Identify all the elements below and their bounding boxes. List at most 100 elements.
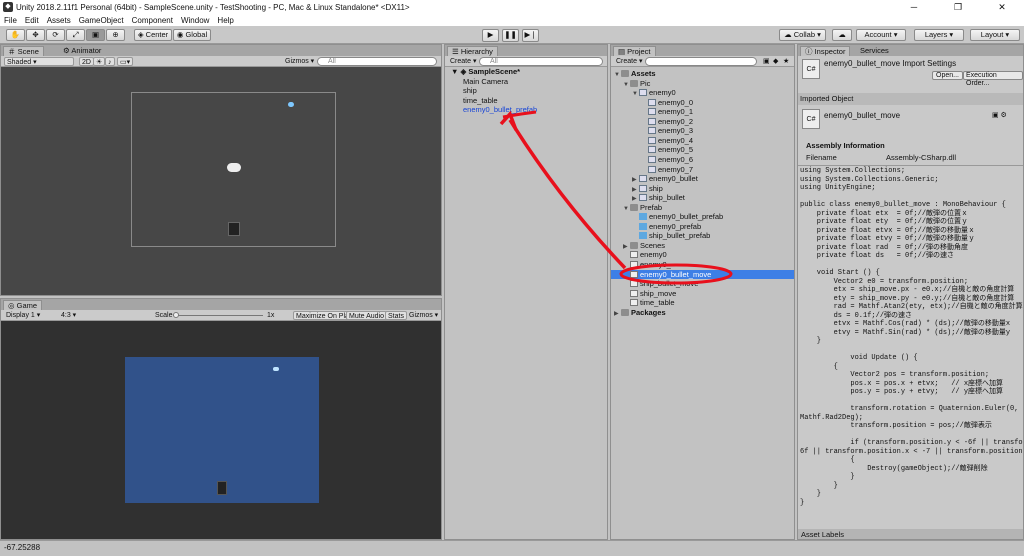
expand-arrow-icon[interactable]: ▶: [614, 310, 621, 320]
minimize-button[interactable]: ─: [892, 0, 936, 14]
effects-icon[interactable]: ▭▾: [117, 57, 134, 66]
layout-dropdown[interactable]: Layout ▾: [970, 29, 1020, 41]
restore-button[interactable]: ❐: [936, 0, 980, 14]
rotate-tool-icon[interactable]: ⟳: [46, 29, 65, 41]
menu-window[interactable]: Window: [177, 16, 213, 25]
transform-tool-icon[interactable]: ⊕: [106, 29, 125, 41]
component-menu-icon[interactable]: ▣ ⚙: [992, 111, 1007, 119]
move-tool-icon[interactable]: ✥: [26, 29, 45, 41]
filter-label-icon[interactable]: ◆: [771, 57, 780, 66]
project-search-input[interactable]: [645, 57, 757, 66]
hierarchy-search-input[interactable]: All: [479, 57, 603, 66]
project-item[interactable]: enemy0_2: [611, 117, 794, 127]
play-button[interactable]: ▶: [482, 29, 499, 42]
scale-tool-icon[interactable]: ⤢: [66, 29, 85, 41]
pivot-global-button[interactable]: ◉ Global: [173, 29, 211, 41]
project-item[interactable]: ship_move: [611, 289, 794, 299]
hand-tool-icon[interactable]: ✋: [6, 29, 25, 41]
project-item[interactable]: ▶ Packages: [611, 308, 794, 318]
project-item[interactable]: enemy0_prefab: [611, 222, 794, 232]
audio-icon[interactable]: ♪: [105, 57, 115, 66]
execution-order-button[interactable]: Execution Order...: [963, 71, 1023, 87]
pivot-center-button[interactable]: ◈ Center: [134, 29, 172, 41]
menu-edit[interactable]: Edit: [21, 16, 43, 25]
scale-slider-thumb[interactable]: [173, 312, 179, 318]
tab-project[interactable]: ▤ Project: [613, 46, 656, 56]
collab-dropdown[interactable]: ☁ Collab ▾: [779, 29, 826, 41]
project-item[interactable]: enemy0_: [611, 260, 794, 270]
project-create-dropdown[interactable]: Create ▾: [614, 57, 644, 66]
scene-root[interactable]: ▼ ◈ SampleScene*: [451, 67, 607, 77]
project-item[interactable]: ▶ ship: [611, 184, 794, 194]
project-item[interactable]: ▶ Scenes: [611, 241, 794, 251]
hierarchy-create-dropdown[interactable]: Create ▾: [448, 57, 478, 66]
project-item-label: enemy0_6: [658, 154, 694, 164]
close-button[interactable]: ✕: [980, 0, 1024, 14]
project-item[interactable]: enemy0_5: [611, 145, 794, 155]
stats-toggle[interactable]: Stats: [385, 311, 407, 320]
favorite-star-icon[interactable]: ★: [781, 57, 791, 66]
tab-game[interactable]: ◎ Game: [3, 300, 43, 310]
menu-file[interactable]: File: [0, 16, 21, 25]
project-item[interactable]: ship_bullet_prefab: [611, 231, 794, 241]
project-item[interactable]: time_table: [611, 298, 794, 308]
project-item[interactable]: ▶ enemy0_bullet: [611, 174, 794, 184]
project-item-label: enemy0_1: [658, 107, 694, 117]
project-item[interactable]: enemy0_3: [611, 126, 794, 136]
shading-dropdown[interactable]: Shaded ▾: [4, 57, 74, 66]
layers-dropdown[interactable]: Layers ▾: [914, 29, 964, 41]
project-item[interactable]: enemy0: [611, 250, 794, 260]
project-item[interactable]: enemy0_6: [611, 155, 794, 165]
cloud-icon[interactable]: ☁: [832, 29, 852, 41]
enemy-bullet-sprite[interactable]: [288, 102, 294, 107]
2d-toggle[interactable]: 2D: [79, 57, 94, 66]
project-item[interactable]: ship_bullet_move: [611, 279, 794, 289]
menu-assets[interactable]: Assets: [43, 16, 75, 25]
lighting-icon[interactable]: ☀: [93, 57, 106, 66]
project-item[interactable]: enemy0_0: [611, 98, 794, 108]
account-dropdown[interactable]: Account ▾: [856, 29, 906, 41]
project-item[interactable]: enemy0_4: [611, 136, 794, 146]
scene-view[interactable]: [1, 67, 441, 295]
tab-scene[interactable]: ＃ Scene: [3, 46, 44, 56]
hierarchy-item-ship[interactable]: ship: [463, 86, 607, 96]
enemy-sprite[interactable]: [227, 163, 241, 172]
project-item[interactable]: ▼ Prefab: [611, 203, 794, 213]
scene-gizmos-dropdown[interactable]: Gizmos ▾: [283, 57, 316, 66]
project-item-label: ship_bullet_move: [640, 279, 699, 289]
project-item[interactable]: ▼ Pic: [611, 79, 794, 89]
menu-help[interactable]: Help: [213, 16, 237, 25]
ship-sprite[interactable]: [228, 222, 240, 236]
project-item[interactable]: ▼ enemy0: [611, 88, 794, 98]
tab-animator[interactable]: ⚙ Animator: [59, 46, 106, 56]
hierarchy-item-main-camera[interactable]: Main Camera: [463, 77, 607, 87]
game-view[interactable]: [1, 321, 441, 539]
scale-slider[interactable]: [173, 315, 263, 316]
project-item[interactable]: enemy0_1: [611, 107, 794, 117]
scene-search-input[interactable]: All: [317, 57, 437, 66]
hierarchy-item-time-table[interactable]: time_table: [463, 96, 607, 106]
project-item[interactable]: ▼ Assets: [611, 69, 794, 79]
filename-label: Filename: [806, 153, 837, 162]
tab-inspector[interactable]: ⓘ Inspector: [800, 46, 851, 56]
hierarchy-item-enemy0-bullet-prefab[interactable]: enemy0_bullet_prefab: [463, 105, 607, 115]
project-item[interactable]: enemy0_bullet_prefab: [611, 212, 794, 222]
game-gizmos-dropdown[interactable]: Gizmos ▾: [407, 311, 440, 320]
project-item-label: enemy0: [649, 88, 676, 98]
open-button[interactable]: Open...: [932, 71, 963, 80]
menu-gameobject[interactable]: GameObject: [75, 16, 128, 25]
pause-button[interactable]: ❚❚: [502, 29, 519, 42]
mute-audio-toggle[interactable]: Mute Audio: [346, 311, 388, 320]
rect-tool-icon[interactable]: ▣: [86, 29, 105, 41]
project-item[interactable]: enemy0_bullet_move: [611, 269, 794, 280]
project-panel: ▤ Project Create ▾ ▣ ◆ ★ ▼ Assets ▼ Pic ▼ ene…: [610, 44, 795, 540]
project-item[interactable]: ▶ ship_bullet: [611, 193, 794, 203]
step-button[interactable]: ▶❘: [522, 29, 539, 42]
project-item[interactable]: enemy0_7: [611, 165, 794, 175]
display-dropdown[interactable]: Display 1 ▾: [4, 311, 42, 320]
menu-component[interactable]: Component: [128, 16, 177, 25]
aspect-dropdown[interactable]: 4:3 ▾: [59, 311, 78, 320]
tab-hierarchy[interactable]: ☰ Hierarchy: [447, 46, 498, 56]
tab-services[interactable]: Services: [856, 46, 893, 56]
asset-labels-bar[interactable]: Asset Labels: [798, 529, 1023, 539]
